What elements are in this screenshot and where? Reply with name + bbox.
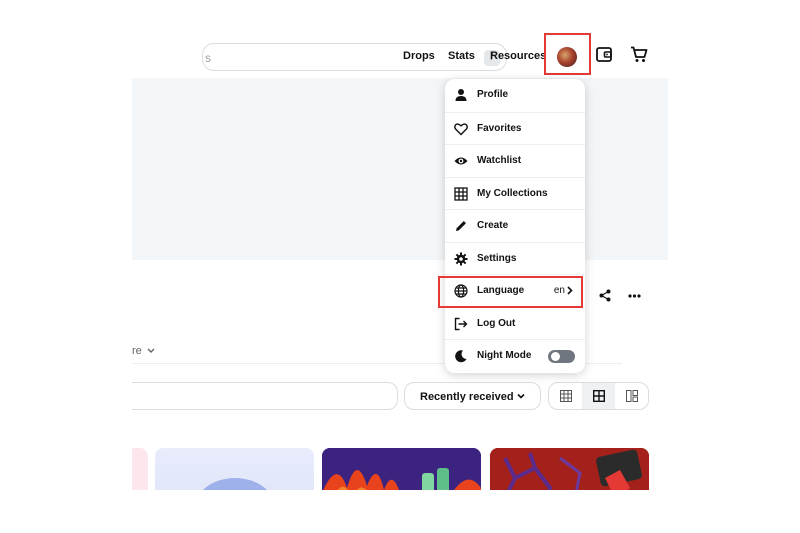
heart-icon — [454, 122, 468, 135]
grid-icon — [454, 186, 468, 201]
grid-small-view-button[interactable] — [549, 383, 582, 409]
eye-icon — [454, 157, 468, 165]
menu-item-my-collections[interactable]: My Collections — [445, 176, 585, 210]
gear-icon — [454, 252, 468, 265]
grid-large-icon — [592, 390, 605, 402]
nav-resources-link[interactable]: Resources — [490, 50, 546, 62]
more-toggle[interactable]: re — [132, 345, 155, 357]
share-icon[interactable] — [599, 289, 611, 302]
cart-icon[interactable] — [630, 46, 648, 63]
moon-icon — [455, 350, 467, 363]
menu-item-label: Create — [477, 220, 509, 231]
layout-icon — [625, 390, 638, 402]
nft-card[interactable] — [490, 448, 649, 490]
profile-banner — [132, 78, 668, 260]
more-toggle-label: re — [132, 345, 142, 357]
menu-item-label: Watchlist — [477, 155, 522, 166]
nav-stats-link[interactable]: Stats — [448, 50, 475, 62]
menu-item-create[interactable]: Create — [445, 209, 585, 242]
menu-item-label: Favorites — [477, 122, 522, 134]
grid-large-view-button[interactable] — [582, 383, 615, 409]
card-artwork — [490, 448, 649, 490]
menu-item-night-mode: Night Mode — [445, 339, 585, 372]
menu-item-profile[interactable]: Profile — [445, 79, 585, 112]
toggle-knob — [551, 352, 560, 361]
menu-item-label: Profile — [477, 89, 509, 100]
logout-icon — [454, 317, 468, 330]
menu-item-label: Log Out — [477, 317, 516, 329]
chevron-down-icon — [147, 348, 155, 353]
menu-item-label: Settings — [477, 252, 517, 264]
nav-drops-link[interactable]: Drops — [403, 50, 435, 62]
chevron-down-icon — [517, 393, 525, 399]
person-icon — [455, 89, 467, 101]
item-search-input[interactable] — [132, 382, 398, 410]
menu-item-label: My Collections — [477, 187, 548, 199]
highlight-box — [438, 276, 583, 308]
card-artwork — [322, 448, 481, 490]
more-options-icon[interactable] — [628, 290, 641, 302]
card-artwork — [195, 478, 275, 490]
nft-card[interactable] — [322, 448, 481, 490]
account-dropdown-menu: Profile Favorites Watchlist My Collectio… — [445, 79, 585, 373]
sort-selected-label: Recently received — [420, 391, 514, 403]
view-mode-toggle — [548, 382, 649, 410]
sort-dropdown[interactable]: Recently received — [404, 382, 541, 410]
search-placeholder: s — [205, 51, 211, 65]
grid-small-icon — [559, 390, 572, 402]
night-mode-toggle[interactable] — [548, 350, 575, 363]
wallet-icon[interactable] — [596, 47, 612, 62]
menu-item-settings[interactable]: Settings — [445, 241, 585, 275]
menu-item-label: Night Mode — [477, 350, 532, 361]
list-view-button[interactable] — [615, 383, 648, 409]
menu-item-log-out[interactable]: Log Out — [445, 306, 585, 340]
menu-item-favorites[interactable]: Favorites — [445, 111, 585, 145]
nft-card[interactable] — [155, 448, 314, 490]
nft-card[interactable] — [132, 448, 148, 490]
pencil-icon — [456, 221, 466, 231]
highlight-box — [544, 33, 591, 75]
menu-item-watchlist[interactable]: Watchlist — [445, 144, 585, 177]
